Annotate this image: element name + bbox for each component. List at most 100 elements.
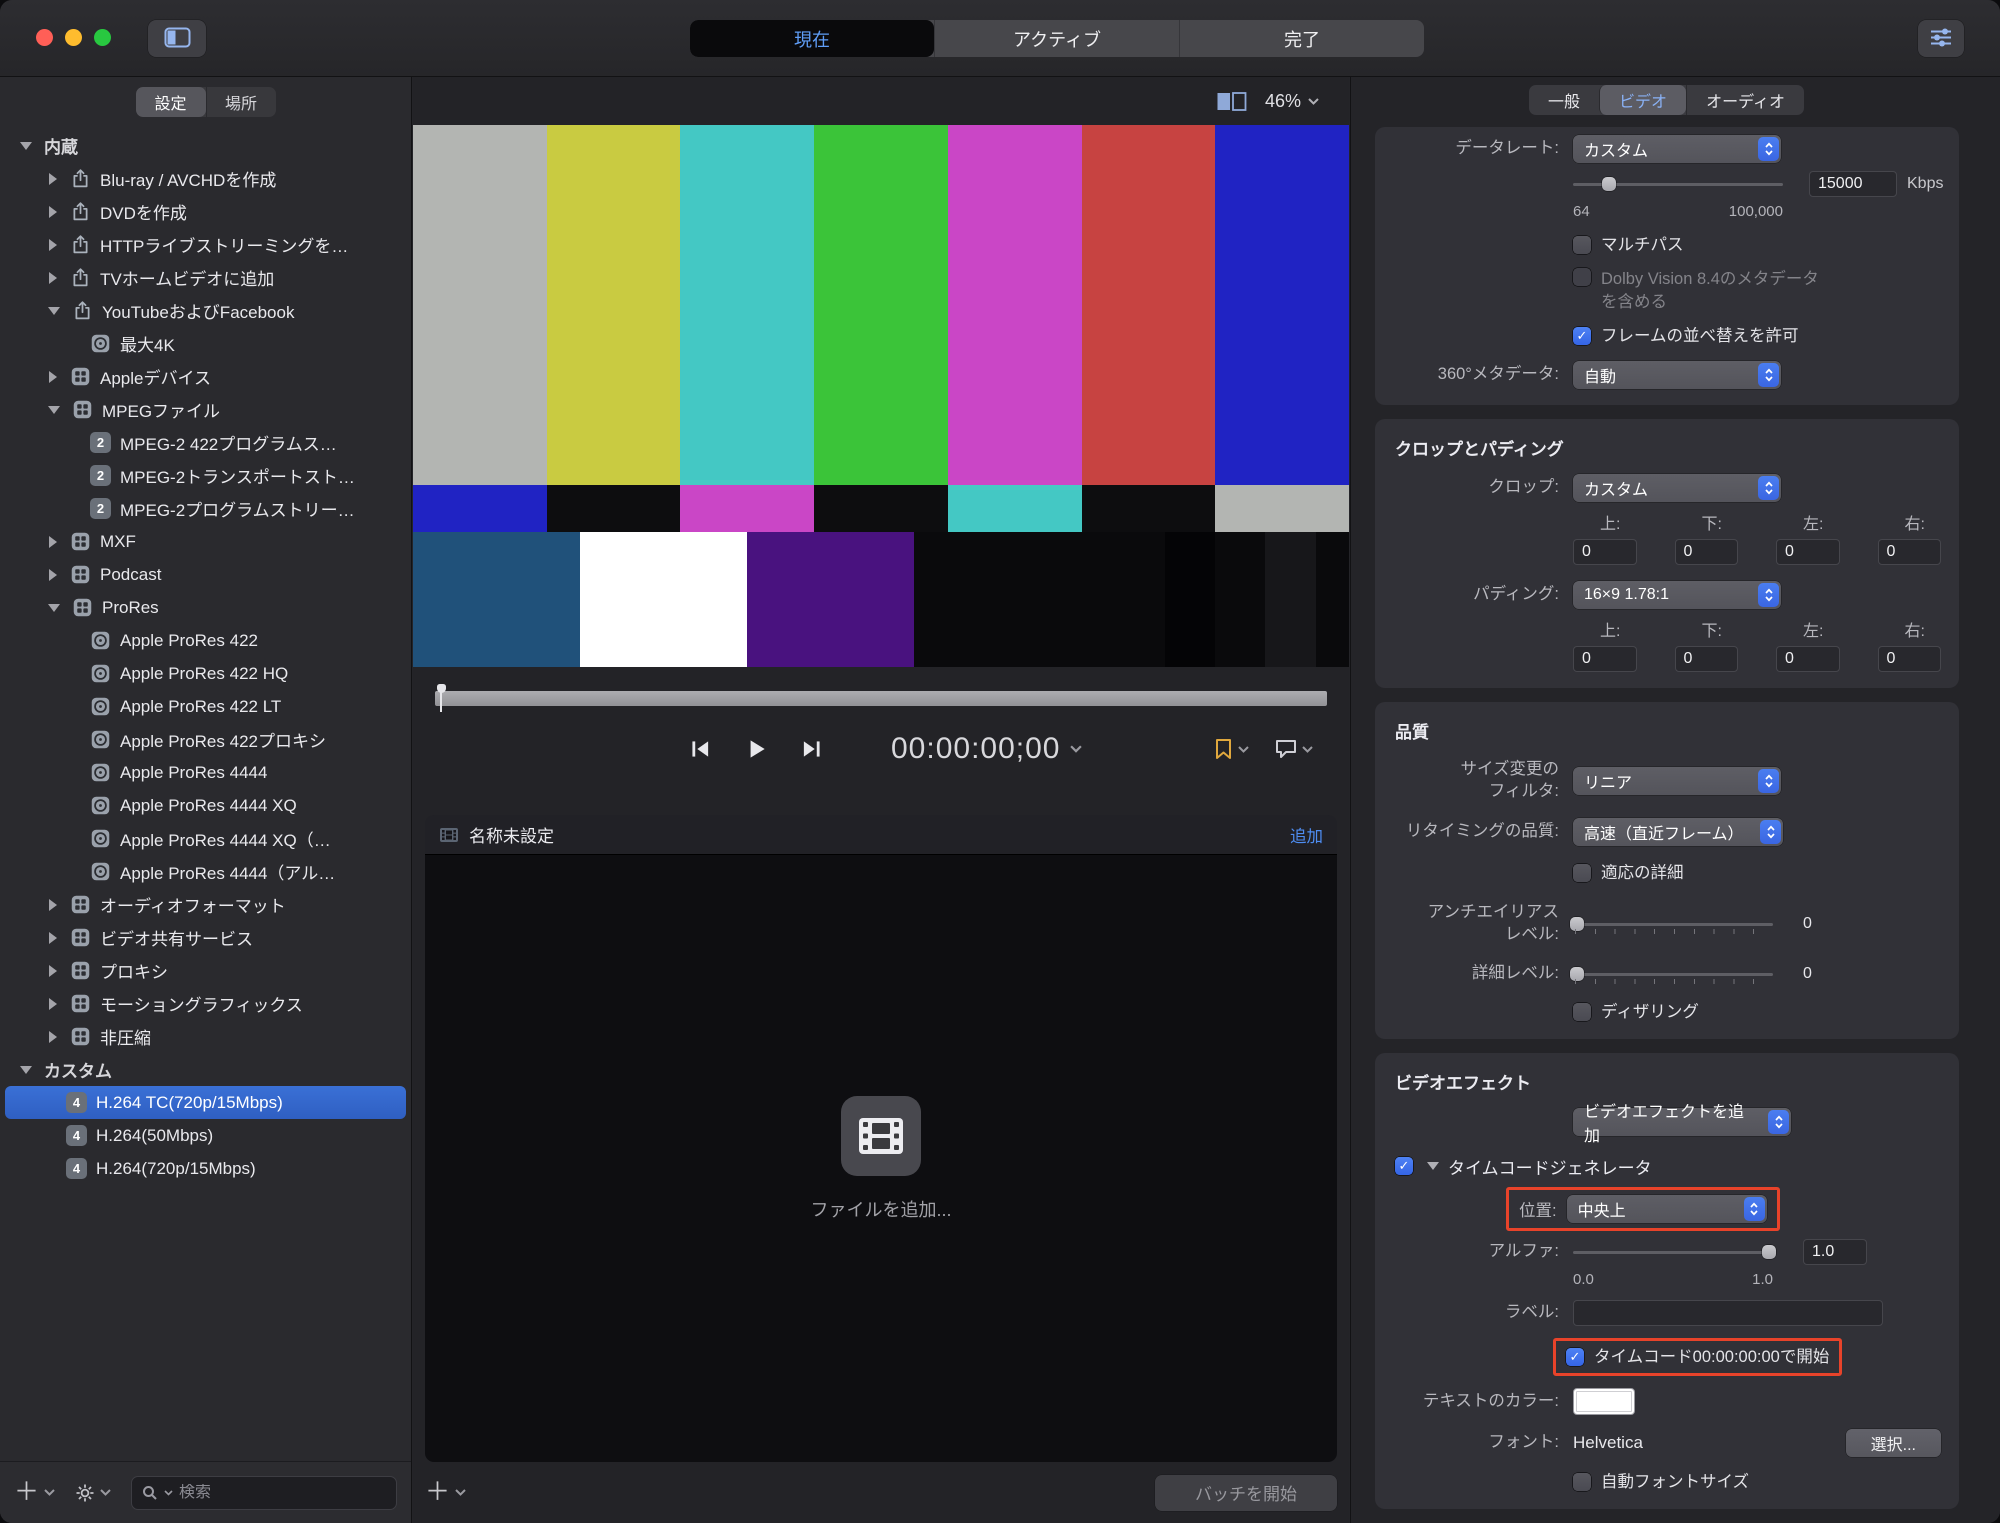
padding-left-field[interactable] [1776,646,1840,672]
minimize-window-button[interactable] [65,29,82,46]
tab-general[interactable]: 一般 [1529,85,1599,115]
metadata-360-popup[interactable]: 自動 [1573,361,1781,389]
slider-thumb[interactable] [1762,1245,1776,1259]
tree-item[interactable]: オーディオフォーマット [0,888,411,921]
adaptive-details-checkbox[interactable] [1573,864,1591,882]
crop-popup[interactable]: カスタム [1573,474,1781,502]
add-setting-button[interactable]: ＋ [14,1480,55,1505]
tree-group-header[interactable]: 内蔵 [0,129,411,162]
tab-completed[interactable]: 完了 [1179,20,1424,57]
tree-item[interactable]: ProRes [0,591,411,624]
disclosure-triangle[interactable] [49,1031,57,1043]
retiming-quality-popup[interactable]: 高速（直近フレーム） [1573,818,1783,846]
previous-frame-button[interactable] [687,736,713,762]
annotation-menu-button[interactable] [1275,739,1313,759]
tree-item[interactable]: YouTubeおよびFacebook [0,294,411,327]
padding-popup[interactable]: 16×9 1.78:1 [1573,581,1781,609]
crop-right-field[interactable] [1878,539,1942,565]
disclosure-triangle[interactable] [49,998,57,1010]
tree-item[interactable]: 2MPEG-2トランスポートスト… [0,459,411,492]
tree-item[interactable]: Apple ProRes 422 HQ [0,657,411,690]
dithering-checkbox[interactable] [1573,1003,1591,1021]
next-frame-button[interactable] [799,736,825,762]
tree-item[interactable]: Apple ProRes 4444 XQ（… [0,822,411,855]
disclosure-triangle[interactable] [49,965,57,977]
play-button[interactable] [743,736,769,762]
data-rate-field[interactable] [1809,171,1897,197]
close-window-button[interactable] [36,29,53,46]
tree-item[interactable]: Apple ProRes 4444（アル… [0,855,411,888]
multipass-checkbox[interactable] [1573,236,1591,254]
tree-item[interactable]: MPEGファイル [0,393,411,426]
tree-item[interactable]: 4H.264(50Mbps) [0,1119,411,1152]
slider-thumb[interactable] [1570,917,1584,931]
tree-item[interactable]: Apple ProRes 4444 [0,756,411,789]
crop-left-field[interactable] [1776,539,1840,565]
zoom-level-control[interactable]: 46% [1265,91,1319,112]
disclosure-triangle[interactable] [49,536,57,548]
add-batch-item-button[interactable]: ＋ [425,1480,466,1505]
timecode-generator-checkbox[interactable] [1395,1157,1413,1175]
start-batch-button[interactable]: バッチを開始 [1155,1475,1337,1511]
tree-item[interactable]: TVホームビデオに追加 [0,261,411,294]
sidebar-toggle-button[interactable] [148,20,206,57]
disclosure-triangle[interactable] [49,272,57,284]
tree-item[interactable]: 非圧縮 [0,1020,411,1053]
data-rate-popup[interactable]: カスタム [1573,135,1781,163]
add-output-link[interactable]: 追加 [1290,823,1323,847]
disclosure-triangle[interactable] [49,371,57,383]
tree-item[interactable]: MXF [0,525,411,558]
crop-bottom-field[interactable] [1675,539,1739,565]
disclosure-triangle[interactable] [20,1066,32,1074]
antialias-slider[interactable] [1573,916,1773,932]
resize-filter-popup[interactable]: リニア [1573,767,1781,795]
font-choose-button[interactable]: 選択... [1846,1429,1941,1457]
timecode-position-popup[interactable]: 中央上 [1567,1195,1767,1223]
disclosure-triangle[interactable] [49,899,57,911]
auto-font-size-checkbox[interactable] [1573,1473,1591,1491]
disclosure-triangle[interactable] [20,142,32,150]
detail-slider[interactable] [1573,966,1773,982]
tab-current[interactable]: 現在 [690,20,934,57]
tree-item[interactable]: Apple ProRes 4444 XQ [0,789,411,822]
padding-bottom-field[interactable] [1675,646,1739,672]
tree-item[interactable]: HTTPライブストリーミングを… [0,228,411,261]
settings-action-menu-button[interactable] [75,1483,111,1503]
tab-locations[interactable]: 場所 [206,87,276,117]
tree-item[interactable]: 最大4K [0,327,411,360]
tree-item[interactable]: プロキシ [0,954,411,987]
frame-reordering-checkbox[interactable] [1573,327,1591,345]
padding-right-field[interactable] [1878,646,1942,672]
tree-item[interactable]: Apple ProRes 422 [0,624,411,657]
slider-thumb[interactable] [1570,967,1584,981]
disclosure-triangle[interactable] [49,206,57,218]
batch-drop-area[interactable]: ファイルを追加... [425,855,1337,1462]
zoom-window-button[interactable] [94,29,111,46]
timecode-start-checkbox[interactable] [1566,1348,1584,1366]
effect-disclosure-triangle[interactable] [1427,1162,1439,1170]
search-input[interactable] [179,1484,386,1502]
tree-item[interactable]: 4H.264 TC(720p/15Mbps) [5,1086,406,1119]
tree-item[interactable]: 2MPEG-2 422プログラムス… [0,426,411,459]
tree-group-header[interactable]: カスタム [0,1053,411,1086]
tree-item[interactable]: 2MPEG-2プログラムストリー… [0,492,411,525]
add-video-effect-popup[interactable]: ビデオエフェクトを追加 [1573,1108,1791,1136]
disclosure-triangle[interactable] [48,307,60,315]
alpha-field[interactable] [1803,1239,1867,1265]
timeline-scrubber[interactable] [435,691,1327,706]
disclosure-triangle[interactable] [48,406,60,414]
tab-active[interactable]: アクティブ [934,20,1179,57]
tab-audio[interactable]: オーディオ [1686,85,1804,115]
tree-item[interactable]: Podcast [0,558,411,591]
alpha-slider[interactable] [1573,1244,1773,1260]
disclosure-triangle[interactable] [49,239,57,251]
tree-item[interactable]: Blu-ray / AVCHDを作成 [0,162,411,195]
disclosure-triangle[interactable] [49,569,57,581]
padding-top-field[interactable] [1573,646,1637,672]
timecode-display[interactable]: 00:00:00;00 [891,732,1082,766]
tree-item[interactable]: 4H.264(720p/15Mbps) [0,1152,411,1185]
sharing-filters-button[interactable] [1918,20,1964,57]
split-view-button[interactable] [1216,91,1247,112]
tree-item[interactable]: Apple ProRes 422 LT [0,690,411,723]
tab-settings[interactable]: 設定 [136,87,206,117]
